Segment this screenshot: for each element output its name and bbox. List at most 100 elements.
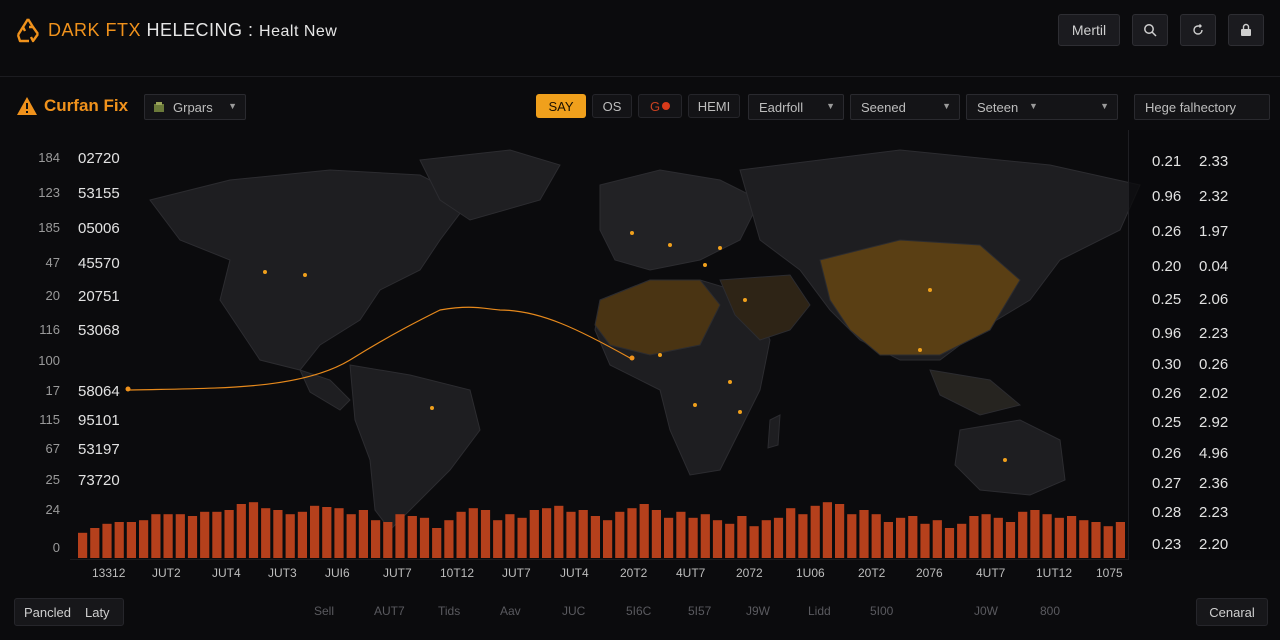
pill-os[interactable]: OS — [592, 94, 632, 118]
pill-say[interactable]: SAY — [536, 94, 586, 118]
activity-bar — [1005, 522, 1016, 558]
right-row-value-a: 0.96 — [1152, 325, 1182, 342]
brand-accent: DARK FTX — [48, 20, 142, 40]
right-row-value-b: 0.26 — [1199, 356, 1229, 373]
activity-bar — [627, 508, 637, 558]
continent-australia — [954, 419, 1066, 496]
activity-bar — [1091, 522, 1101, 558]
right-value-row: 0.26 2.02 — [1129, 385, 1280, 405]
activity-bar — [871, 514, 881, 558]
panel-toolbar: Curfan Fix Grpars ▼ SAY OS G HEMI Eadrfo… — [0, 94, 1280, 122]
right-row-value-b: 2.20 — [1199, 536, 1229, 553]
activity-bar — [969, 516, 979, 558]
cenaral-button[interactable]: Cenaral — [1196, 598, 1268, 626]
laty-button[interactable]: Laty — [85, 605, 110, 620]
record-dot-icon — [662, 102, 671, 110]
left-row-value: 20751 — [78, 288, 120, 305]
activity-bar — [517, 517, 527, 558]
world-map[interactable] — [0, 130, 1280, 560]
x-tick-label: JUT4 — [212, 566, 241, 580]
left-row-value: 58064 — [78, 383, 120, 400]
left-row-value: 45570 — [78, 255, 120, 272]
activity-bar — [1054, 517, 1064, 558]
activity-bar — [126, 522, 136, 558]
left-row-index: 116 — [39, 322, 60, 337]
top-bar: DARK FTX HELECING : Healt New Mertil — [0, 0, 1280, 62]
right-row-value-b: 2.06 — [1199, 291, 1229, 308]
lock-button[interactable] — [1228, 14, 1264, 46]
activity-bar — [603, 520, 613, 558]
search-button[interactable] — [1132, 14, 1168, 46]
activity-bar — [261, 508, 271, 558]
right-row-value-a: 0.28 — [1152, 504, 1182, 521]
activity-bar — [1103, 526, 1113, 558]
activity-bar — [407, 516, 417, 558]
activity-bar — [859, 510, 869, 558]
activity-bar — [456, 511, 466, 558]
pill-toggle-label: G — [649, 98, 661, 114]
right-value-row: 0.26 4.96 — [1129, 445, 1280, 465]
left-row-value: 53068 — [78, 322, 120, 339]
group-select[interactable]: Grpars ▼ — [144, 94, 246, 120]
right-row-value-b: 2.33 — [1199, 153, 1229, 170]
hotspot — [728, 380, 732, 384]
activity-bar — [102, 523, 112, 558]
hotspot — [1003, 458, 1007, 462]
activity-bar — [444, 520, 454, 558]
chevron-down-icon: ▼ — [942, 101, 951, 111]
activity-bar — [651, 510, 661, 558]
continent-south-america — [349, 364, 481, 531]
pill-toggle[interactable]: G — [638, 94, 682, 118]
eadrfoll-select[interactable]: Eadrfoll ▼ — [748, 94, 844, 120]
x-tick-label: 2072 — [736, 566, 763, 580]
activity-bar — [847, 514, 857, 558]
activity-bar — [883, 522, 893, 558]
history-select[interactable]: Hege falhectory — [1134, 94, 1270, 120]
activity-bar — [358, 510, 368, 558]
region-south-asia-highlight — [819, 239, 1021, 356]
hotspot — [630, 231, 634, 235]
activity-bar — [90, 528, 100, 558]
x-tick-label: 4UT7 — [976, 566, 1006, 580]
activity-bar — [700, 514, 710, 558]
right-row-value-b: 2.23 — [1199, 325, 1229, 342]
left-row-value: 53197 — [78, 441, 120, 458]
group-select-value: Grpars — [173, 99, 213, 115]
map-stage — [0, 130, 1280, 590]
seteen-select[interactable]: Seteen ▼ ▼ — [966, 94, 1118, 120]
layers-icon — [154, 102, 164, 112]
refresh-button[interactable] — [1180, 14, 1216, 46]
x-tick-label: 1UT12 — [1036, 566, 1073, 580]
seened-select[interactable]: Seened ▼ — [850, 94, 960, 120]
activity-bar — [273, 510, 283, 558]
hotspot — [430, 406, 434, 410]
activity-bar — [297, 511, 307, 558]
pancled-button[interactable]: Pancled — [24, 605, 71, 620]
right-value-row: 0.27 2.36 — [1129, 475, 1280, 495]
activity-bar — [468, 508, 478, 558]
seened-select-value: Seened — [861, 99, 906, 115]
footer-label: 5I57 — [688, 604, 712, 618]
pill-hemi[interactable]: HEMI — [688, 94, 740, 118]
history-select-value: Hege falhectory — [1145, 99, 1237, 115]
right-value-row: 0.26 1.97 — [1129, 223, 1280, 243]
left-row-index: 20 — [45, 288, 60, 303]
activity-bar — [554, 505, 564, 558]
continent-europe — [599, 169, 761, 271]
mertil-button[interactable]: Mertil — [1058, 14, 1120, 46]
left-row-value: 05006 — [78, 220, 120, 237]
footer-label: Lidd — [808, 604, 831, 618]
eadrfoll-select-value: Eadrfoll — [759, 99, 804, 115]
refresh-icon — [1193, 24, 1203, 35]
x-tick-label: 1075 — [1096, 566, 1123, 580]
left-row-index: 24 — [45, 502, 60, 517]
right-value-row: 0.25 2.06 — [1129, 291, 1280, 311]
right-row-value-a: 0.25 — [1152, 414, 1182, 431]
x-tick-label: 2076 — [916, 566, 943, 580]
right-row-value-b: 2.23 — [1199, 504, 1229, 521]
activity-bar — [480, 510, 491, 558]
lock-icon — [1241, 23, 1251, 36]
activity-bar — [505, 514, 515, 558]
right-value-row: 0.25 2.92 — [1129, 414, 1280, 434]
left-row-index: 123 — [38, 185, 60, 200]
